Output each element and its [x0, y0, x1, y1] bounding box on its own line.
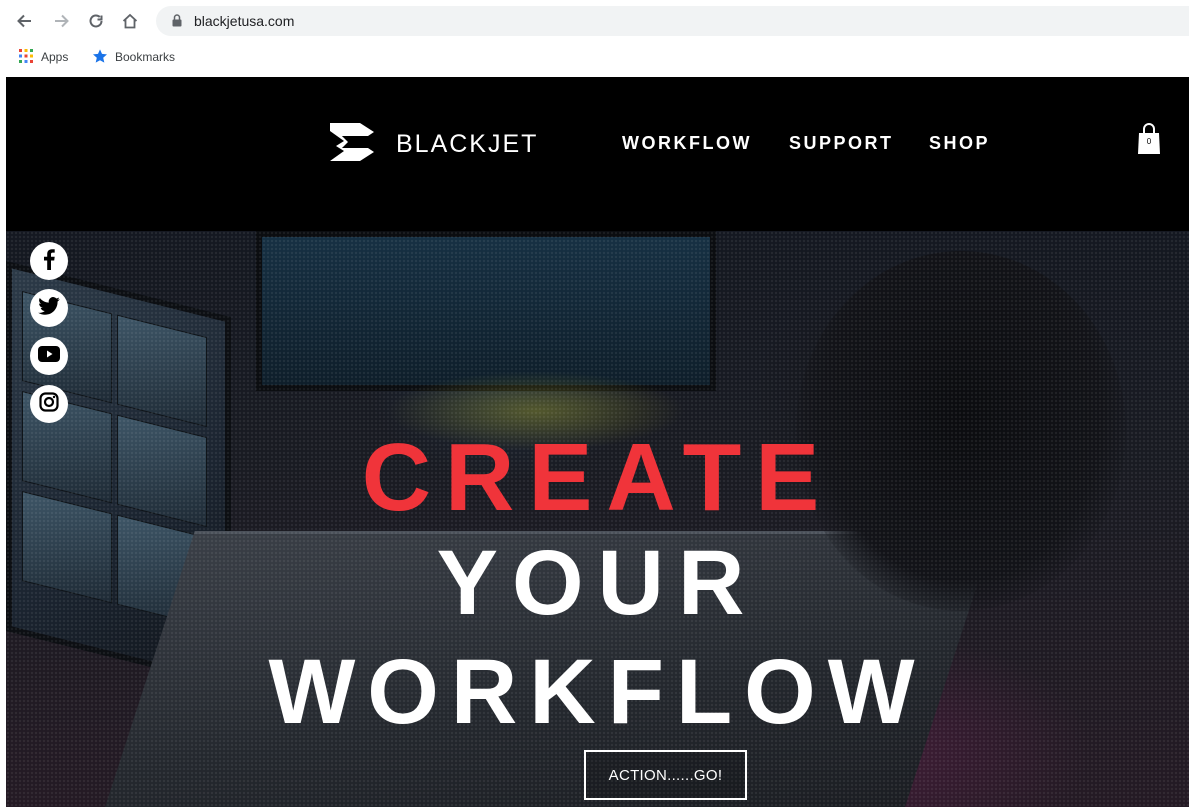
hero-headline-create: CREATE — [361, 424, 834, 531]
blackjet-logo-icon — [328, 121, 382, 168]
bookmark-apps-label: Apps — [41, 50, 69, 64]
bookmark-bookmarks[interactable]: Bookmarks — [92, 47, 175, 67]
instagram-link[interactable] — [30, 385, 68, 423]
site-logo[interactable]: BLACKJET — [328, 122, 538, 166]
back-arrow-icon[interactable] — [12, 9, 36, 33]
nav-support[interactable]: SUPPORT — [789, 133, 894, 154]
cart-button[interactable]: 0 — [1137, 123, 1161, 155]
hero-headline-workflow: WORKFLOW — [268, 641, 927, 743]
twitter-link[interactable] — [30, 289, 68, 327]
star-icon — [92, 48, 108, 67]
forward-arrow-icon[interactable] — [50, 9, 74, 33]
facebook-link[interactable] — [30, 242, 68, 280]
web-page: BLACKJET WORKFLOW SUPPORT SHOP 0 CREATE … — [6, 77, 1189, 807]
youtube-link[interactable] — [30, 337, 68, 375]
logo-text: BLACKJET — [396, 129, 539, 158]
nav-shop[interactable]: SHOP — [929, 133, 990, 154]
bookmark-apps[interactable]: Apps — [18, 47, 68, 67]
cart-count: 0 — [1146, 137, 1152, 146]
twitter-icon — [38, 296, 60, 320]
action-go-button[interactable]: ACTION......GO! — [584, 750, 747, 800]
site-header: BLACKJET WORKFLOW SUPPORT SHOP 0 — [6, 77, 1189, 231]
address-bar[interactable]: blackjetusa.com — [156, 6, 1189, 36]
youtube-icon — [38, 345, 60, 367]
instagram-icon — [39, 391, 59, 417]
home-icon[interactable] — [118, 9, 142, 33]
browser-toolbar: blackjetusa.com — [0, 0, 1189, 42]
bookmark-bookmarks-label: Bookmarks — [115, 50, 176, 64]
lock-icon — [172, 14, 182, 32]
reload-icon[interactable] — [84, 9, 108, 33]
url-text: blackjetusa.com — [194, 13, 295, 29]
bookmarks-bar: Apps Bookmarks — [0, 42, 1189, 72]
apps-grid-icon — [18, 48, 34, 67]
hero-headline-your: YOUR — [436, 532, 759, 634]
nav-workflow[interactable]: WORKFLOW — [622, 133, 752, 154]
facebook-icon — [39, 248, 59, 275]
